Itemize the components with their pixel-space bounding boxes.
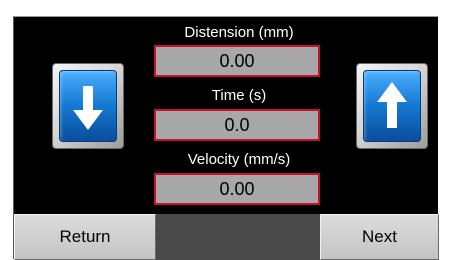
distension-value-field: 0.00 [154,45,320,77]
velocity-value-field: 0.00 [154,173,320,205]
bottom-navigation-bar: Return Next [14,214,439,260]
move-down-button[interactable] [52,63,124,149]
arrow-down-icon [73,86,103,130]
next-button[interactable]: Next [320,214,439,260]
move-up-button-face [363,70,421,142]
time-value-field: 0.0 [154,109,320,141]
velocity-label: Velocity (mm/s) [187,151,291,168]
control-screen: Distension (mm) 0.00 Time (s) 0.0 Veloci… [13,16,439,260]
arrow-up-icon [377,82,407,128]
move-up-button[interactable] [356,63,428,149]
distension-label: Distension (mm) [184,24,294,41]
return-button[interactable]: Return [14,214,156,260]
move-down-button-face [59,70,117,142]
time-label: Time (s) [211,87,267,104]
